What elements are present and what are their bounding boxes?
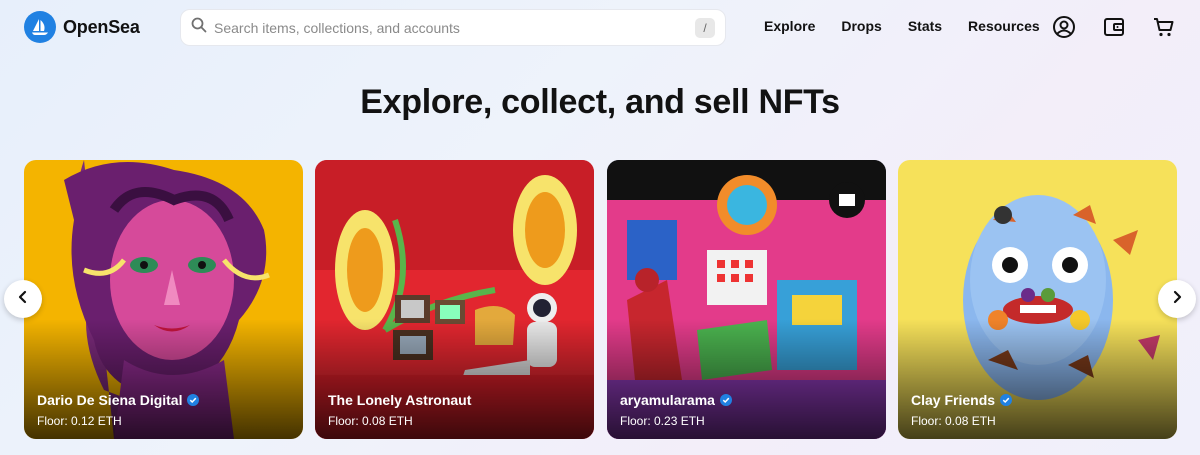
collection-name: Clay Friends [911, 392, 1013, 408]
collection-name: aryamularama [620, 392, 732, 408]
nav-drops-link[interactable]: Drops [841, 18, 881, 34]
search-input[interactable] [214, 19, 695, 36]
collection-name: Dario De Siena Digital [37, 392, 200, 408]
nav-explore-link[interactable]: Explore [764, 18, 815, 34]
collection-name: The Lonely Astronaut [328, 392, 472, 408]
opensea-logo-icon [24, 11, 56, 43]
collection-card[interactable]: Dario De Siena Digital Floor: 0.12 ETH [24, 160, 303, 439]
chevron-left-icon [16, 290, 30, 309]
chevron-right-icon [1170, 290, 1184, 309]
verified-badge-icon [187, 394, 200, 406]
featured-collections-carousel: Dario De Siena Digital Floor: 0.12 ETH T… [24, 160, 1178, 439]
collection-floor-price: Floor: 0.08 ETH [911, 414, 996, 428]
collection-floor-price: Floor: 0.08 ETH [328, 414, 413, 428]
collection-card[interactable]: The Lonely Astronaut Floor: 0.08 ETH [315, 160, 594, 439]
nav-icon-group [1051, 14, 1177, 40]
top-navbar: OpenSea / Explore Drops Stats Resources [0, 0, 1200, 54]
search-shortcut-key: / [695, 17, 715, 38]
brand-name: OpenSea [63, 16, 140, 37]
cart-icon[interactable] [1151, 14, 1177, 40]
nav-resources-link[interactable]: Resources [968, 18, 1040, 34]
wallet-icon[interactable] [1101, 14, 1127, 40]
collection-floor-price: Floor: 0.23 ETH [620, 414, 705, 428]
carousel-prev-button[interactable] [4, 280, 42, 318]
account-icon[interactable] [1051, 14, 1077, 40]
nav-stats-link[interactable]: Stats [908, 18, 942, 34]
verified-badge-icon [1000, 394, 1013, 406]
search-bar[interactable]: / [180, 9, 726, 46]
home-logo-link[interactable]: OpenSea [24, 11, 140, 43]
nav-links: Explore Drops Stats Resources [764, 18, 1066, 34]
verified-badge-icon [719, 394, 732, 406]
collection-card[interactable]: aryamularama Floor: 0.23 ETH [607, 160, 886, 439]
carousel-next-button[interactable] [1158, 280, 1196, 318]
collection-card[interactable]: Clay Friends Floor: 0.08 ETH [898, 160, 1177, 439]
collection-floor-price: Floor: 0.12 ETH [37, 414, 122, 428]
search-icon [191, 17, 207, 38]
hero-title: Explore, collect, and sell NFTs [360, 83, 840, 121]
